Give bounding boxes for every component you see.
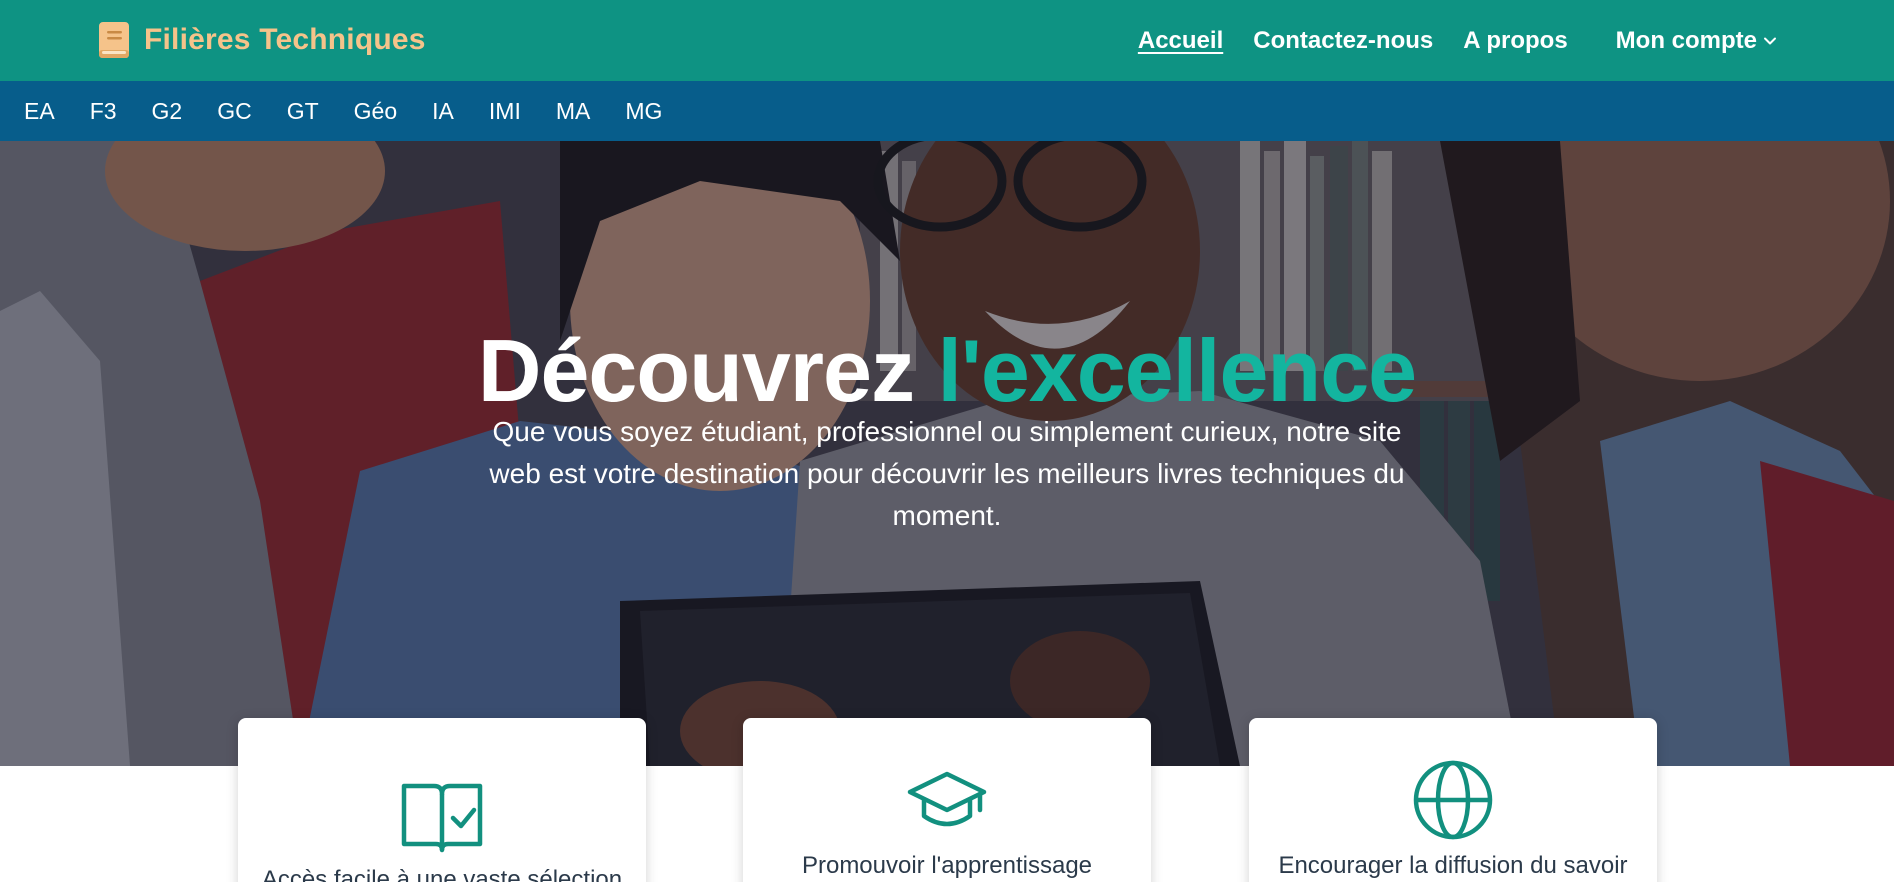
- globe-icon: [1413, 760, 1493, 840]
- brand-name: Filières Techniques: [144, 23, 426, 56]
- feature-card-knowledge: Encourager la diffusion du savoir: [1249, 718, 1657, 882]
- category-g2[interactable]: G2: [152, 98, 183, 125]
- account-dropdown[interactable]: Mon compte: [1616, 27, 1778, 55]
- feature-label: Accès facile à une vaste sélection: [261, 866, 623, 882]
- feature-icon-wrap: [743, 770, 1151, 834]
- feature-label: Encourager la diffusion du savoir: [1278, 852, 1628, 879]
- top-navbar: Filières Techniques Accueil Contactez-no…: [0, 0, 1894, 81]
- hero-title: Découvrez l'excellence: [0, 321, 1894, 421]
- feature-card-learning: Promouvoir l'apprentissage: [743, 718, 1151, 882]
- category-imi[interactable]: IMI: [489, 98, 521, 125]
- nav-apropos[interactable]: A propos: [1463, 27, 1567, 55]
- category-f3[interactable]: F3: [90, 98, 117, 125]
- hero-title-accent: l'excellence: [937, 321, 1417, 420]
- hero-description: Que vous soyez étudiant, professionnel o…: [489, 416, 1405, 531]
- feature-icon-wrap: [238, 778, 646, 854]
- feature-card-selection: Accès facile à une vaste sélection: [238, 718, 646, 882]
- category-gt[interactable]: GT: [287, 98, 319, 125]
- hero-banner: Découvrez l'excellence Que vous soyez ét…: [0, 141, 1894, 766]
- book-icon: [99, 22, 129, 58]
- hero-title-main: Découvrez: [477, 321, 915, 420]
- book-check-icon: [401, 783, 483, 853]
- graduation-cap-icon: [907, 771, 987, 827]
- category-nav: EA F3 G2 GC GT Géo IA IMI MA MG: [0, 81, 1894, 141]
- feature-icon-wrap: [1249, 758, 1657, 842]
- category-ia[interactable]: IA: [432, 98, 454, 125]
- brand-logo[interactable]: Filières Techniques: [98, 20, 426, 60]
- category-gc[interactable]: GC: [217, 98, 252, 125]
- feature-label: Promouvoir l'apprentissage: [801, 852, 1093, 879]
- category-ea[interactable]: EA: [24, 98, 55, 125]
- category-ma[interactable]: MA: [556, 98, 591, 125]
- category-mg[interactable]: MG: [625, 98, 662, 125]
- chevron-down-icon: [1764, 37, 1776, 45]
- nav-accueil[interactable]: Accueil: [1138, 27, 1223, 55]
- category-geo[interactable]: Géo: [354, 98, 397, 125]
- main-nav: Accueil Contactez-nous A propos Mon comp…: [1108, 22, 1778, 60]
- account-label: Mon compte: [1615, 27, 1757, 54]
- nav-contact[interactable]: Contactez-nous: [1253, 27, 1433, 55]
